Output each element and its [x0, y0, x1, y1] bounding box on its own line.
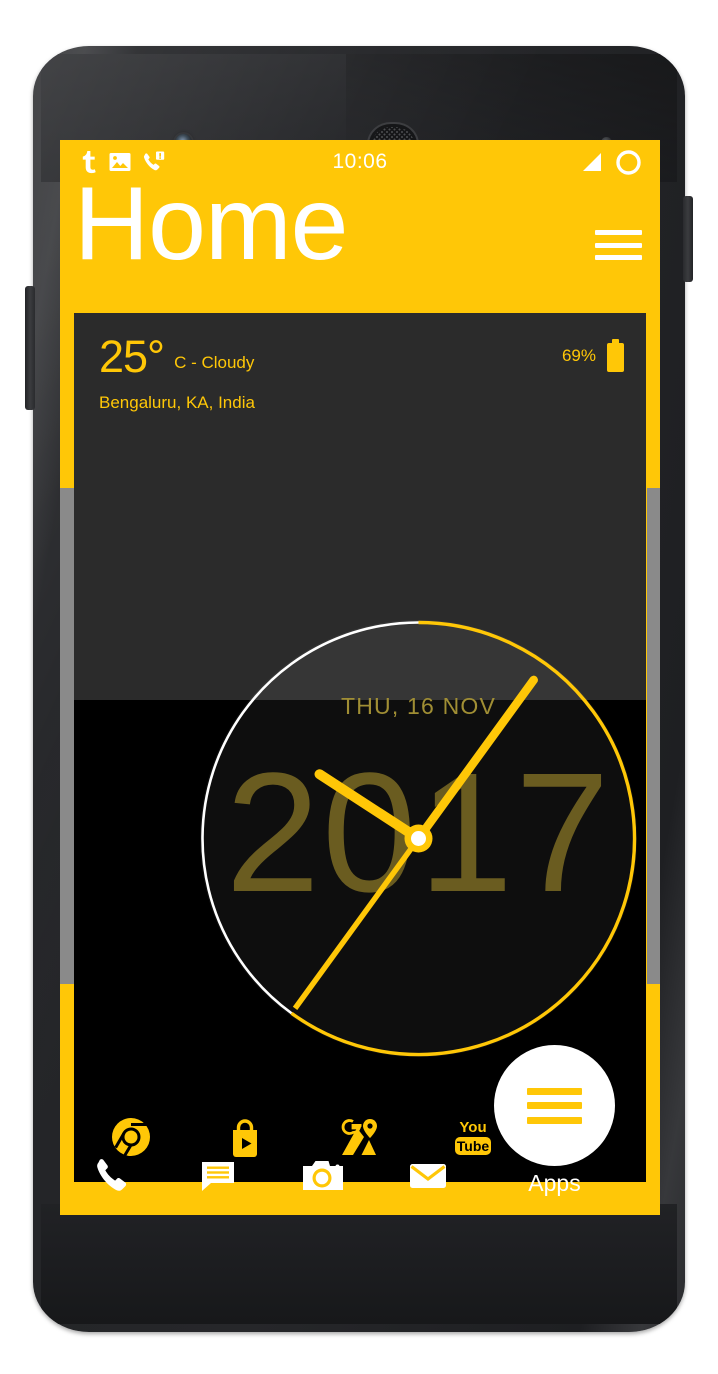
page-title: Home — [74, 166, 348, 282]
messages-icon — [201, 1162, 234, 1191]
status-bar-system-icons — [579, 149, 642, 176]
weather-condition: C - Cloudy — [174, 352, 255, 372]
weather-widget[interactable]: 25° C - Cloudy Bengaluru, KA, India — [99, 331, 255, 413]
clock-center-dot — [411, 831, 426, 846]
clock-hour-hand — [314, 769, 424, 844]
apps-line — [527, 1102, 582, 1109]
battery-icon — [607, 339, 624, 372]
email-icon — [409, 1164, 446, 1188]
clock-widget[interactable]: 2017 THU, 16 NOV — [200, 620, 637, 1057]
battery-ring-icon — [616, 149, 641, 175]
page-indicator-left[interactable] — [60, 488, 74, 984]
device-bottom-bezel — [41, 1204, 677, 1324]
weather-temperature: 25° — [99, 331, 165, 382]
svg-text:You: You — [459, 1119, 486, 1136]
apps-line — [527, 1087, 582, 1095]
battery-percent: 69% — [561, 345, 596, 365]
screenshot-root: 10:06 Home 25° C - Cloudy Bengaluru, KA,… — [0, 0, 718, 1374]
clock-second-hand — [292, 836, 421, 1011]
clock-minute-hand — [414, 675, 538, 843]
weather-temp-row: 25° C - Cloudy — [99, 331, 255, 382]
weather-location: Bengaluru, KA, India — [99, 392, 255, 412]
apps-line — [527, 1116, 582, 1124]
hamburger-line — [595, 242, 642, 248]
battery-body — [607, 343, 624, 372]
hamburger-line — [595, 255, 642, 260]
hamburger-line — [595, 230, 642, 235]
dock-item-email[interactable] — [375, 1155, 480, 1195]
camera-icon — [302, 1161, 343, 1190]
apps-drawer-label: Apps — [528, 1170, 581, 1196]
page-indicator-right[interactable] — [647, 488, 660, 984]
volume-button[interactable] — [25, 286, 35, 410]
dock-item-camera[interactable] — [270, 1155, 375, 1195]
dock-item-phone[interactable] — [60, 1155, 165, 1195]
power-button[interactable] — [683, 196, 693, 282]
apps-drawer-icon — [527, 1087, 582, 1124]
battery-widget: 69% — [562, 339, 624, 372]
clock-dial — [201, 620, 637, 1057]
dock-item-messages[interactable] — [165, 1155, 270, 1195]
apps-drawer-button[interactable] — [494, 1045, 615, 1166]
signal-icon — [583, 152, 601, 171]
phone-screen: 10:06 Home 25° C - Cloudy Bengaluru, KA,… — [60, 140, 660, 1215]
hamburger-menu-icon[interactable] — [595, 230, 642, 260]
phone-icon — [96, 1159, 126, 1191]
